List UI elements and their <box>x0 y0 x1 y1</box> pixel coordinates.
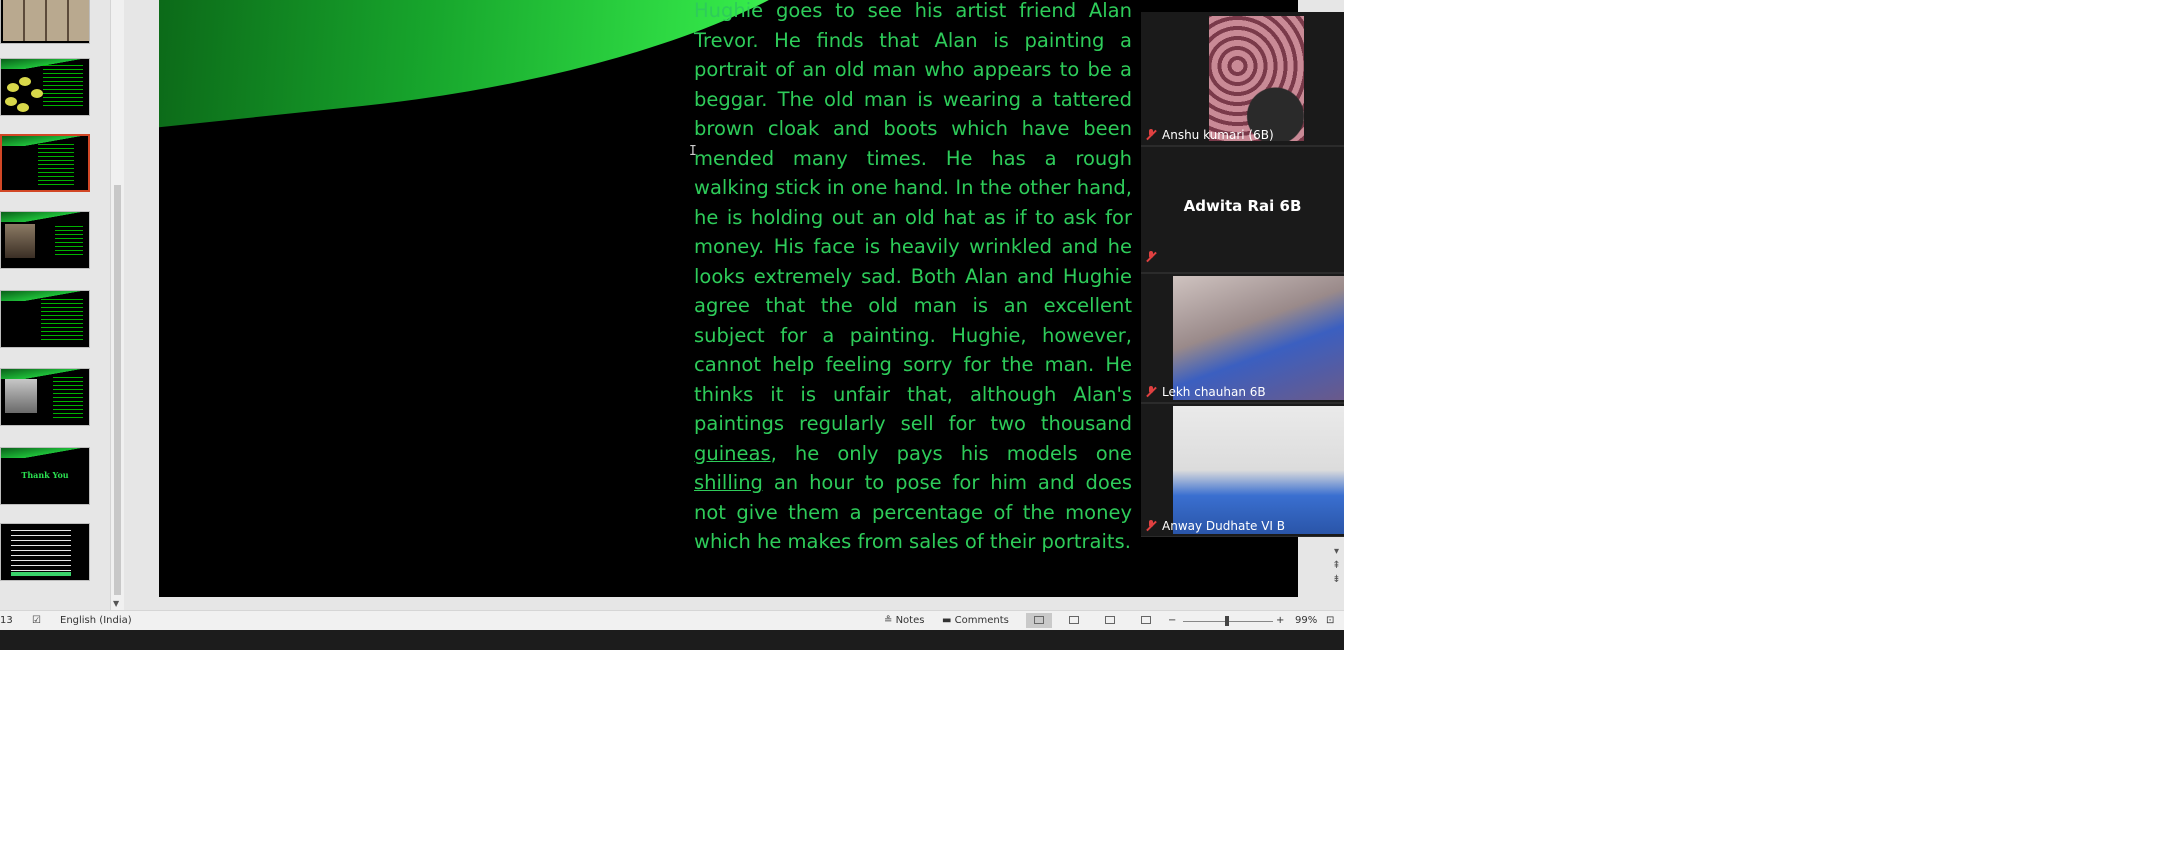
zoom-level[interactable]: 99% <box>1295 615 1317 626</box>
comments-button[interactable]: ▬ Comments <box>942 615 1009 626</box>
muted-mic-icon <box>1146 129 1157 140</box>
slide-counter: 13 <box>0 615 13 626</box>
slide-thumbnail-selected[interactable] <box>0 134 90 192</box>
zoom-slider-handle[interactable] <box>1225 616 1229 626</box>
participant-video <box>1173 406 1344 534</box>
participant-display-name: Adwita Rai 6B <box>1183 197 1302 215</box>
muted-mic-icon <box>1146 386 1157 397</box>
reading-view-button[interactable] <box>1097 613 1123 628</box>
fit-to-window-icon[interactable]: ⊡ <box>1326 615 1334 626</box>
slide-thumbnail[interactable] <box>0 211 90 269</box>
slide-thumbnail[interactable] <box>0 58 90 116</box>
slide-thumbnail[interactable]: Thank You <box>0 447 90 505</box>
muted-mic-icon <box>1146 251 1157 262</box>
participant-tile[interactable]: Adwita Rai 6B <box>1141 147 1344 272</box>
slide-thumbnail[interactable] <box>0 0 90 44</box>
slide-thumbnail-pane: Thank You <box>0 0 112 610</box>
participant-tile[interactable]: Anshu kumari (6B) <box>1141 12 1344 145</box>
thumbnail-scrollbar[interactable]: ▼ <box>110 0 124 610</box>
accessibility-check-icon[interactable]: ☑ <box>32 615 41 626</box>
participant-name: Anway Dudhate VI B <box>1162 519 1286 533</box>
slide-canvas[interactable]: Hughie goes to see his artist friend Ala… <box>159 0 1298 597</box>
next-slide-icon[interactable]: ⇟ <box>1329 573 1344 587</box>
notes-button[interactable]: ≗ Notes <box>884 615 924 626</box>
participant-video <box>1209 16 1304 141</box>
muted-mic-icon <box>1146 520 1157 531</box>
comment-icon: ▬ <box>942 615 952 626</box>
slide-thumbnail[interactable] <box>0 368 90 426</box>
video-participants-panel: Anshu kumari (6B) Adwita Rai 6B Lekh cha… <box>1141 12 1344 537</box>
slide-navigation-controls[interactable]: ▾ ⇞ ⇟ <box>1329 545 1344 595</box>
thank-you-text: Thank You <box>21 470 69 480</box>
scrollbar-thumb[interactable] <box>114 185 121 595</box>
previous-slide-icon[interactable]: ⇞ <box>1329 559 1344 573</box>
participant-name: Anshu kumari (6B) <box>1162 128 1274 142</box>
slide-thumbnail[interactable] <box>0 290 90 348</box>
notes-icon: ≗ <box>884 615 893 626</box>
participant-video <box>1173 276 1344 400</box>
status-bar: 13 ☑ English (India) ≗ Notes ▬ Comments … <box>0 610 1344 631</box>
scroll-down-arrow-icon[interactable]: ▼ <box>113 599 119 608</box>
slide-sorter-view-button[interactable] <box>1061 613 1087 628</box>
hyperlink-shilling[interactable]: shilling <box>694 471 763 494</box>
scroll-down-icon[interactable]: ▾ <box>1329 545 1344 559</box>
taskbar <box>0 630 1344 650</box>
hyperlink-guineas[interactable]: guineas <box>694 442 771 465</box>
zoom-in-button[interactable]: + <box>1276 615 1284 626</box>
text-run: Hughie goes to see his artist friend Ala… <box>694 0 1132 435</box>
normal-view-button[interactable] <box>1026 613 1052 628</box>
text-run: , he only pays his models one <box>770 441 1132 465</box>
text-cursor-icon: I <box>689 144 697 159</box>
slide-body-text[interactable]: Hughie goes to see his artist friend Ala… <box>694 0 1132 557</box>
zoom-out-button[interactable]: − <box>1168 615 1176 626</box>
language-indicator[interactable]: English (India) <box>60 615 132 626</box>
slide-thumbnail[interactable] <box>0 523 90 581</box>
slideshow-view-button[interactable] <box>1133 613 1159 628</box>
participant-tile[interactable]: Anway Dudhate VI B <box>1141 404 1344 536</box>
participant-tile[interactable]: Lekh chauhan 6B <box>1141 274 1344 402</box>
presentation-window: Thank You ▼ Hughie goes to see his artis… <box>0 0 1344 650</box>
participant-name: Lekh chauhan 6B <box>1162 385 1266 399</box>
